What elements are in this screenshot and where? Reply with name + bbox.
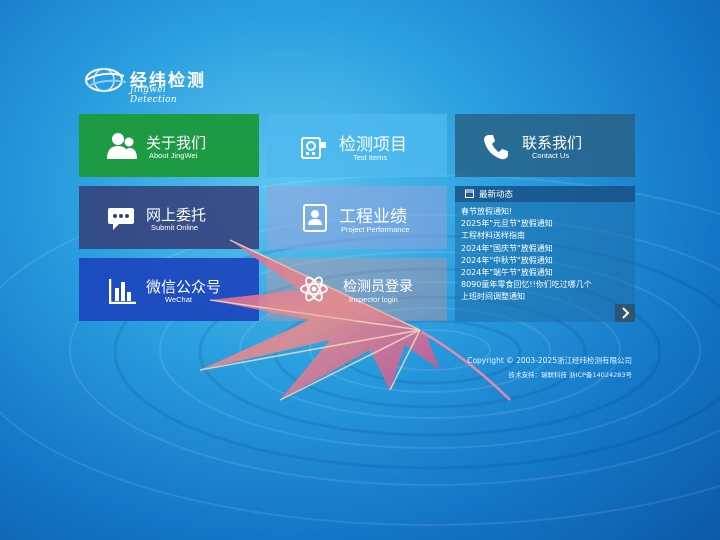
logo-subtitle: Jingwei Detection <box>130 85 177 105</box>
news-title: 最新动态 <box>479 190 514 200</box>
wechat-tile[interactable]: 微信公众号 WeChat <box>79 258 259 321</box>
test-items-subtitle: Test Items <box>353 153 388 162</box>
contact-card-icon <box>303 204 327 232</box>
news-item[interactable]: 2024年"中秋节"放假通知 <box>461 255 592 267</box>
news-list: 春节放假通知! 2025年"元旦节"放假通知 工程材料送样指南 2024年"国庆… <box>461 206 592 304</box>
about-us-tile[interactable]: 关于我们 About JingWei <box>79 114 259 177</box>
atom-icon <box>300 276 328 302</box>
phone-icon <box>484 135 508 160</box>
news-item[interactable]: 春节放假通知! <box>461 206 592 218</box>
users-icon <box>107 133 137 159</box>
footer: Copyright © 2003-2025浙江经纬检测有限公司 技术支持：瑞联科… <box>467 355 632 379</box>
instrument-icon <box>301 137 326 159</box>
news-panel: 最新动态 春节放假通知! 2025年"元旦节"放假通知 工程材料送样指南 202… <box>455 186 635 322</box>
test-items-title: 检测项目 <box>339 135 407 155</box>
wechat-subtitle: WeChat <box>165 295 192 304</box>
news-item[interactable]: 工程材料送样指南 <box>461 230 592 242</box>
wechat-title: 微信公众号 <box>146 278 222 296</box>
news-item[interactable]: 2025年"元旦节"放假通知 <box>461 218 592 230</box>
news-header: 最新动态 <box>455 186 635 202</box>
contact-us-subtitle: Contact Us <box>532 151 570 160</box>
news-item[interactable]: 上班时间调整通知 <box>461 291 592 303</box>
copyright-text: Copyright © 2003-2025浙江经纬检测有限公司 <box>467 356 632 365</box>
contact-us-tile[interactable]: 联系我们 Contact Us <box>455 114 635 177</box>
submit-online-title: 网上委托 <box>146 206 207 224</box>
project-performance-subtitle: Project Performance <box>341 225 410 234</box>
chat-bubble-icon <box>108 208 134 230</box>
company-logo[interactable]: 经纬检测 Jingwei Detection <box>84 64 214 105</box>
news-next-button[interactable] <box>615 304 635 322</box>
project-performance-title: 工程业绩 <box>339 207 407 227</box>
inspector-login-subtitle: Inspector login <box>349 295 398 304</box>
inspector-login-tile[interactable]: 检测员登录 Inspector login <box>267 258 447 321</box>
contact-us-title: 联系我们 <box>522 134 583 152</box>
calendar-icon <box>465 189 474 198</box>
bar-chart-icon <box>109 279 136 304</box>
news-item[interactable]: 2024年"国庆节"放假通知 <box>461 243 592 255</box>
chevron-right-icon <box>622 307 630 319</box>
about-us-title: 关于我们 <box>146 134 207 152</box>
submit-online-subtitle: Submit Online <box>151 223 199 232</box>
project-performance-tile[interactable]: 工程业绩 Project Performance <box>267 186 447 249</box>
news-item[interactable]: 8090童年零食回忆!!你们吃过哪几个 <box>461 279 592 291</box>
tech-support-text[interactable]: 技术支持：瑞联科技 浙ICP备14024283号 <box>467 369 632 379</box>
submit-online-tile[interactable]: 网上委托 Submit Online <box>79 186 259 249</box>
about-us-subtitle: About JingWei <box>149 151 198 160</box>
test-items-tile[interactable]: 检测项目 Test Items <box>267 114 447 177</box>
inspector-login-title: 检测员登录 <box>343 279 413 295</box>
globe-logo-icon <box>85 68 127 92</box>
news-item[interactable]: 2024年"端午节"放假通知 <box>461 267 592 279</box>
